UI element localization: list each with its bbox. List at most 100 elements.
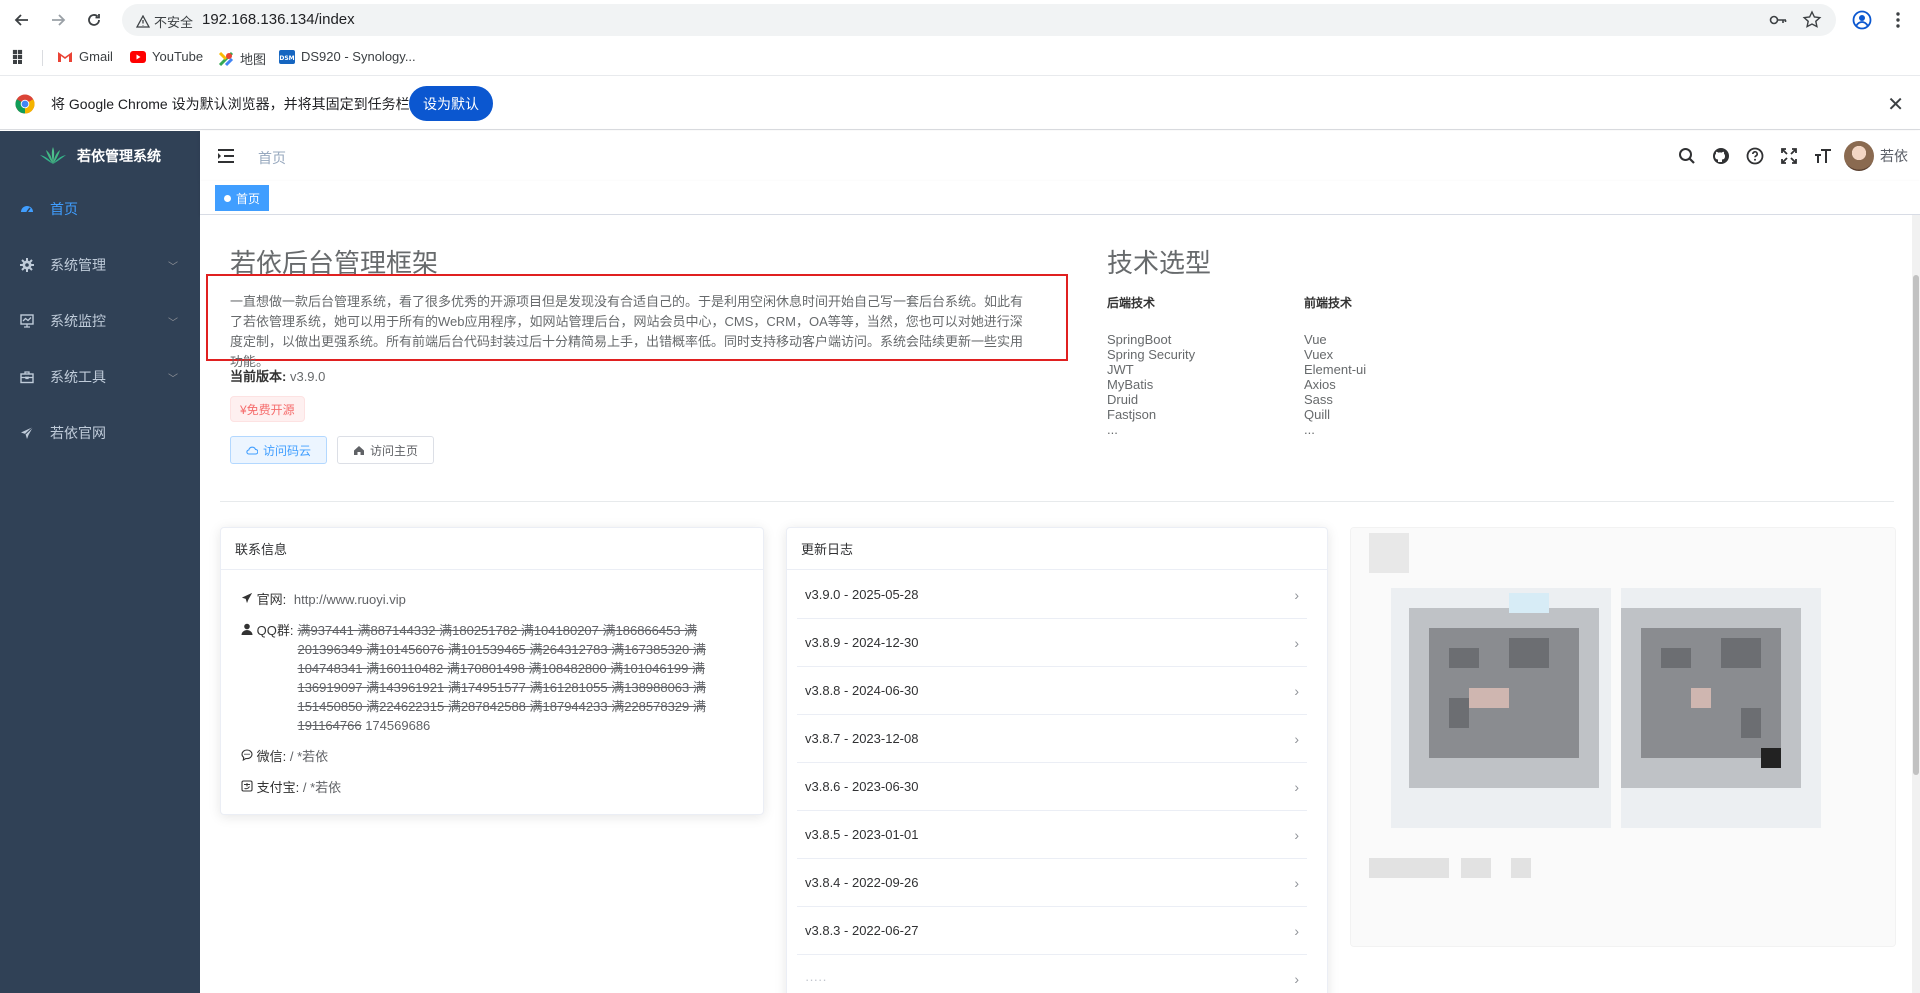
search-icon[interactable] bbox=[1670, 131, 1704, 181]
user-icon bbox=[241, 623, 253, 635]
changelog-version: v3.8.7 - 2023-12-08 bbox=[805, 731, 919, 746]
tags-view: 首页 bbox=[200, 181, 1920, 215]
security-indicator[interactable]: 不安全 bbox=[136, 12, 193, 31]
changelog-item[interactable]: v3.8.5 - 2023-01-01 › bbox=[797, 811, 1307, 859]
chevron-right-icon: › bbox=[1294, 634, 1299, 651]
scrollbar-thumb[interactable] bbox=[1913, 275, 1919, 775]
reload-icon[interactable] bbox=[82, 8, 106, 32]
fullscreen-icon[interactable] bbox=[1772, 131, 1806, 181]
sidebar-item-system-tools[interactable]: 系统工具 ﹀ bbox=[0, 349, 200, 405]
changelog-item[interactable]: v3.8.9 - 2024-12-30 › bbox=[797, 619, 1307, 667]
security-label: 不安全 bbox=[154, 15, 194, 30]
svg-text:DSM: DSM bbox=[279, 55, 294, 62]
logo-title: 若依管理系统 bbox=[77, 148, 161, 164]
chevron-right-icon: › bbox=[1294, 778, 1299, 795]
version-value: v3.9.0 bbox=[289, 369, 326, 384]
changelog-item[interactable]: v3.8.3 - 2022-06-27 › bbox=[797, 907, 1307, 955]
sidebar-item-label: 系统工具 bbox=[50, 369, 106, 385]
list-item: SpringBoot bbox=[1107, 332, 1172, 347]
main-content: 若依后台管理框架 一直想做一款后台管理系统，看了很多优秀的开源项目但是发现没有合… bbox=[200, 215, 1920, 993]
user-menu[interactable]: 若依 bbox=[1840, 141, 1920, 171]
profile-icon[interactable] bbox=[1850, 8, 1874, 32]
forward-arrow-icon[interactable] bbox=[46, 8, 70, 32]
sidebar-item-system-management[interactable]: 系统管理 ﹀ bbox=[0, 237, 200, 293]
default-browser-infobar: 将 Google Chrome 设为默认浏览器，并将其固定到任务栏 设为默认 ✕ bbox=[0, 77, 1920, 130]
chevron-down-icon: ﹀ bbox=[168, 261, 178, 273]
chevron-down-icon: ﹀ bbox=[168, 373, 178, 385]
changelog-item[interactable]: v3.8.6 - 2023-06-30 › bbox=[797, 763, 1307, 811]
avatar bbox=[1844, 141, 1874, 171]
wechat-value: / *若依 bbox=[289, 749, 329, 764]
changelog-item[interactable]: ····· › bbox=[797, 955, 1307, 993]
button-label: 访问码云 bbox=[263, 443, 312, 458]
alipay-icon bbox=[241, 780, 253, 792]
website-link[interactable]: http://www.ruoyi.vip bbox=[294, 592, 406, 607]
backend-tech-list: 后端技术 SpringBoot Spring Security JWT MyBa… bbox=[1107, 294, 1195, 437]
chrome-logo-icon bbox=[15, 94, 35, 114]
visit-gitee-button[interactable]: 访问码云 bbox=[230, 436, 328, 464]
changelog-version: v3.9.0 - 2025-05-28 bbox=[805, 587, 919, 602]
tag-home[interactable]: 首页 bbox=[215, 185, 270, 211]
back-arrow-icon[interactable] bbox=[10, 8, 34, 32]
list-item: Vuex bbox=[1304, 347, 1334, 362]
changelog-version: v3.8.5 - 2023-01-01 bbox=[805, 827, 919, 842]
chat-icon bbox=[241, 749, 253, 762]
changelog-item[interactable]: v3.9.0 - 2025-05-28 › bbox=[797, 571, 1307, 619]
changelog-item[interactable]: v3.8.4 - 2022-09-26 › bbox=[797, 859, 1307, 907]
changelog-item[interactable]: v3.8.8 - 2024-06-30 › bbox=[797, 667, 1307, 715]
list-item: Druid bbox=[1107, 392, 1139, 407]
github-icon[interactable] bbox=[1704, 131, 1738, 181]
sidebar-item-label: 系统监控 bbox=[50, 313, 106, 329]
sidebar-item-ruoyi-site[interactable]: 若依官网 bbox=[0, 405, 200, 461]
bookmark-label: Gmail bbox=[79, 49, 113, 64]
browser-toolbar: 不安全 192.168.136.134/index bbox=[0, 0, 1920, 40]
sidebar-item-system-monitor[interactable]: 系统监控 ﹀ bbox=[0, 293, 200, 349]
list-item: Fastjson bbox=[1107, 407, 1157, 422]
list-item: Spring Security bbox=[1107, 347, 1196, 362]
address-bar[interactable]: 不安全 192.168.136.134/index bbox=[122, 4, 1836, 36]
password-key-icon[interactable] bbox=[1768, 10, 1788, 30]
bookmark-gmail[interactable]: Gmail bbox=[57, 49, 113, 64]
help-icon[interactable] bbox=[1738, 131, 1772, 181]
changelog-item[interactable]: v3.8.7 - 2023-12-08 › bbox=[797, 715, 1307, 763]
breadcrumb[interactable]: 首页 bbox=[258, 148, 286, 168]
version-label: 当前版本: bbox=[230, 369, 287, 384]
divider bbox=[220, 501, 1894, 502]
chevron-right-icon: › bbox=[1294, 971, 1299, 987]
blurred-qr-image bbox=[1351, 528, 1895, 946]
list-item: Sass bbox=[1304, 392, 1333, 407]
url-text[interactable]: 192.168.136.134/index bbox=[202, 11, 355, 28]
version-line: 当前版本: v3.9.0 bbox=[230, 366, 325, 385]
wechat-label: 微信: bbox=[256, 749, 287, 764]
top-navbar: 首页 若依 bbox=[200, 131, 1920, 181]
sidebar-logo[interactable]: 若依管理系统 bbox=[0, 131, 200, 181]
more-vertical-icon[interactable] bbox=[1886, 8, 1910, 32]
apps-grid-icon[interactable] bbox=[12, 49, 28, 65]
toolbox-icon bbox=[20, 371, 34, 384]
qq-label: QQ群: bbox=[256, 623, 294, 638]
bookmark-ds920[interactable]: DSM DS920 - Synology... bbox=[279, 49, 416, 64]
changelog-card: 更新日志 v3.9.0 - 2025-05-28 › v3.8.9 - 2024-… bbox=[786, 527, 1328, 993]
list-item: ... bbox=[1304, 422, 1315, 437]
warning-icon bbox=[136, 14, 150, 28]
bookmark-maps[interactable]: 地图 bbox=[218, 49, 266, 68]
monitor-icon bbox=[20, 314, 34, 328]
font-size-icon[interactable] bbox=[1806, 131, 1840, 181]
close-icon[interactable]: ✕ bbox=[1887, 92, 1904, 117]
alipay-label: 支付宝: bbox=[256, 780, 300, 795]
visit-homepage-button[interactable]: 访问主页 bbox=[337, 436, 435, 464]
sidebar-item-label: 首页 bbox=[50, 201, 78, 217]
hamburger-icon[interactable] bbox=[217, 147, 235, 165]
sidebar-item-home[interactable]: 首页 bbox=[0, 181, 200, 237]
sidebar-item-label: 系统管理 bbox=[50, 257, 106, 273]
bookmark-star-icon[interactable] bbox=[1802, 10, 1822, 30]
page-scrollbar[interactable] bbox=[1912, 215, 1920, 993]
list-item: Quill bbox=[1304, 407, 1331, 422]
bookmark-youtube[interactable]: YouTube bbox=[130, 49, 203, 64]
active-dot-icon bbox=[224, 194, 231, 202]
set-default-button[interactable]: 设为默认 bbox=[409, 86, 493, 121]
list-item: JWT bbox=[1107, 362, 1134, 377]
cloud-icon bbox=[246, 446, 258, 455]
card-title: 联系信息 bbox=[221, 528, 763, 570]
send-icon bbox=[21, 426, 34, 439]
